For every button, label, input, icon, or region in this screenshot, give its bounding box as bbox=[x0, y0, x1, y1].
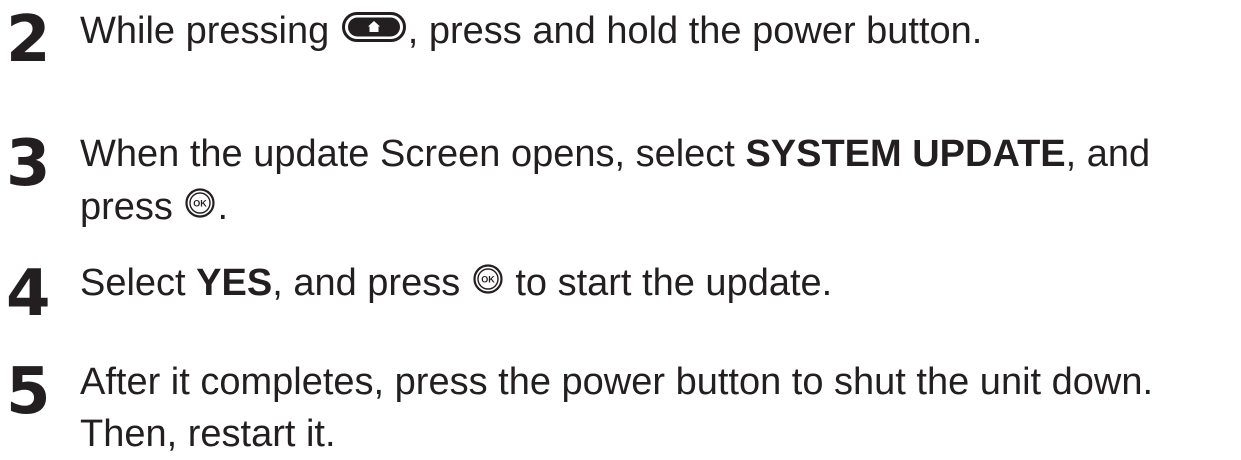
step-text-part: Select bbox=[80, 262, 197, 305]
svg-text:OK: OK bbox=[481, 275, 495, 285]
step-text: When the update Screen opens, select SYS… bbox=[80, 128, 1230, 238]
menu-item-name: SYSTEM UPDATE bbox=[745, 133, 1066, 175]
step-text-part: , press and hold the power button. bbox=[407, 10, 983, 53]
step-line: When the update Screen opens, select SYS… bbox=[80, 128, 1230, 180]
step-text-part: While pressing bbox=[80, 10, 340, 53]
step-number: 5 bbox=[6, 355, 51, 429]
step-number: 4 bbox=[6, 257, 51, 331]
svg-text:OK: OK bbox=[194, 199, 208, 209]
step-text-part: . bbox=[217, 186, 229, 229]
step-line: Then, restart it. bbox=[80, 413, 336, 455]
ok-button-icon: OK bbox=[473, 256, 503, 308]
step-text-part: press bbox=[80, 186, 184, 229]
step-text: While pressing , press and hold the powe… bbox=[80, 4, 1230, 62]
step-text-part: to start the update. bbox=[504, 262, 833, 305]
ok-button-icon: OK bbox=[185, 180, 216, 232]
step-number: 3 bbox=[6, 127, 51, 201]
step-line: press OK . bbox=[80, 180, 1230, 238]
step-text-part: , and press bbox=[272, 262, 471, 305]
step-text-part: When the update Screen opens, select bbox=[80, 133, 746, 175]
home-button-icon bbox=[341, 4, 406, 56]
option-name: YES bbox=[196, 262, 273, 305]
step-number: 2 bbox=[6, 3, 51, 77]
step-text-part: , and bbox=[1065, 133, 1151, 175]
step-text: After it completes, press the power butt… bbox=[80, 356, 1230, 460]
step-text: Select YES, and press OK to start the up… bbox=[80, 256, 1230, 314]
step-line: After it completes, press the power butt… bbox=[80, 361, 1154, 403]
